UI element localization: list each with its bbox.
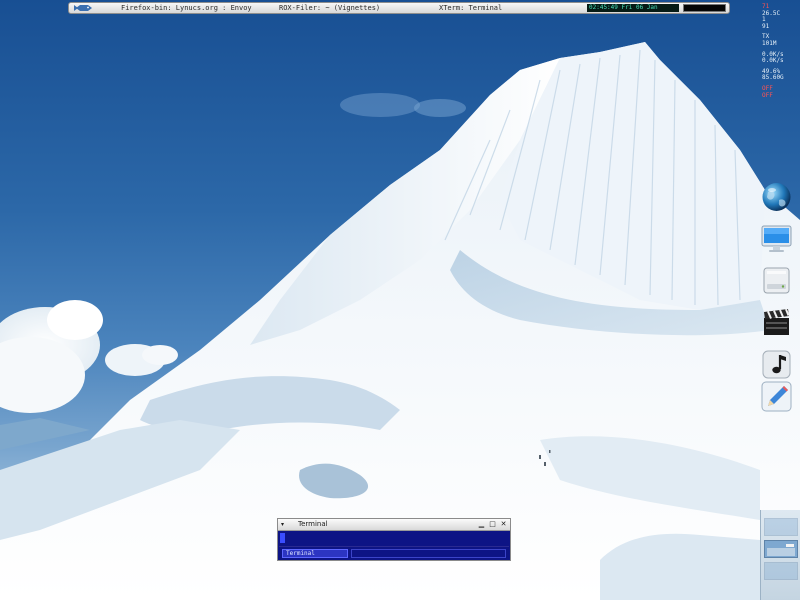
workspace-1[interactable] [764,518,798,536]
monitor-readout: 91 [762,22,770,30]
task-firefox[interactable]: Firefox-bin: Lynucs.org : Envoy [121,4,252,13]
wallpaper-thumbnail [767,548,795,556]
drive-icon [763,267,790,294]
monitor-readout: 85.60G [762,74,784,82]
maximize-button[interactable]: □ [488,520,497,529]
dock-item-music[interactable] [760,348,793,381]
music-note-icon [762,350,791,379]
window-thumbnail [786,544,794,547]
terminal-tab-bar-area [351,549,506,558]
minimize-button[interactable]: ▁ [477,520,486,529]
workspace-2[interactable] [764,540,798,558]
workspace-3[interactable] [764,562,798,580]
text-cursor [280,533,285,543]
fish-logo-icon[interactable] [74,4,94,12]
monitor-readout: 101M [762,39,777,47]
mountain-wallpaper [0,42,800,600]
monitor-readout: 0.0K/s [762,57,784,65]
desktop: Firefox-bin: Lynucs.org : Envoy ROX-File… [0,0,800,600]
window-title: Terminal [298,520,328,528]
dock-item-monitor[interactable] [760,222,793,255]
workspace-pager [760,510,800,600]
dock-item-drive[interactable] [760,264,793,297]
task-rox-filer[interactable]: ROX-Filer: ~ (Vignettes) [279,4,380,13]
monitor-readout: OFF [762,91,773,99]
dock-item-video[interactable] [760,306,793,339]
top-taskbar: Firefox-bin: Lynucs.org : Envoy ROX-File… [68,2,730,14]
terminal-tab[interactable]: Terminal [282,549,348,558]
terminal-statusbar: Terminal [279,546,509,559]
window-menu-icon[interactable]: ▾ [281,521,284,528]
monitor-readout: 26.5C [762,9,781,17]
close-button[interactable]: ✕ [499,520,508,529]
dock-item-editor[interactable] [760,380,793,413]
tray-panel[interactable] [683,4,726,12]
clapperboard-icon [764,308,790,335]
clock[interactable]: 02:45:49 Fri 06 Jan [587,4,679,12]
monitor-icon [761,225,792,252]
terminal-titlebar[interactable]: ▾ Terminal ▁ □ ✕ [278,519,510,531]
dock-item-globe[interactable] [760,180,793,213]
task-xterm[interactable]: XTerm: Terminal [439,4,502,13]
terminal-body[interactable]: Terminal [278,531,510,560]
system-monitor: 71 26.5C 1 91 TX 101M 0.0K/s 0.0K/s 49.6% 85.60G O… [762,3,800,99]
terminal-window: ▾ Terminal ▁ □ ✕ Terminal [277,518,511,561]
pen-icon [761,381,792,412]
globe-icon [762,183,791,211]
